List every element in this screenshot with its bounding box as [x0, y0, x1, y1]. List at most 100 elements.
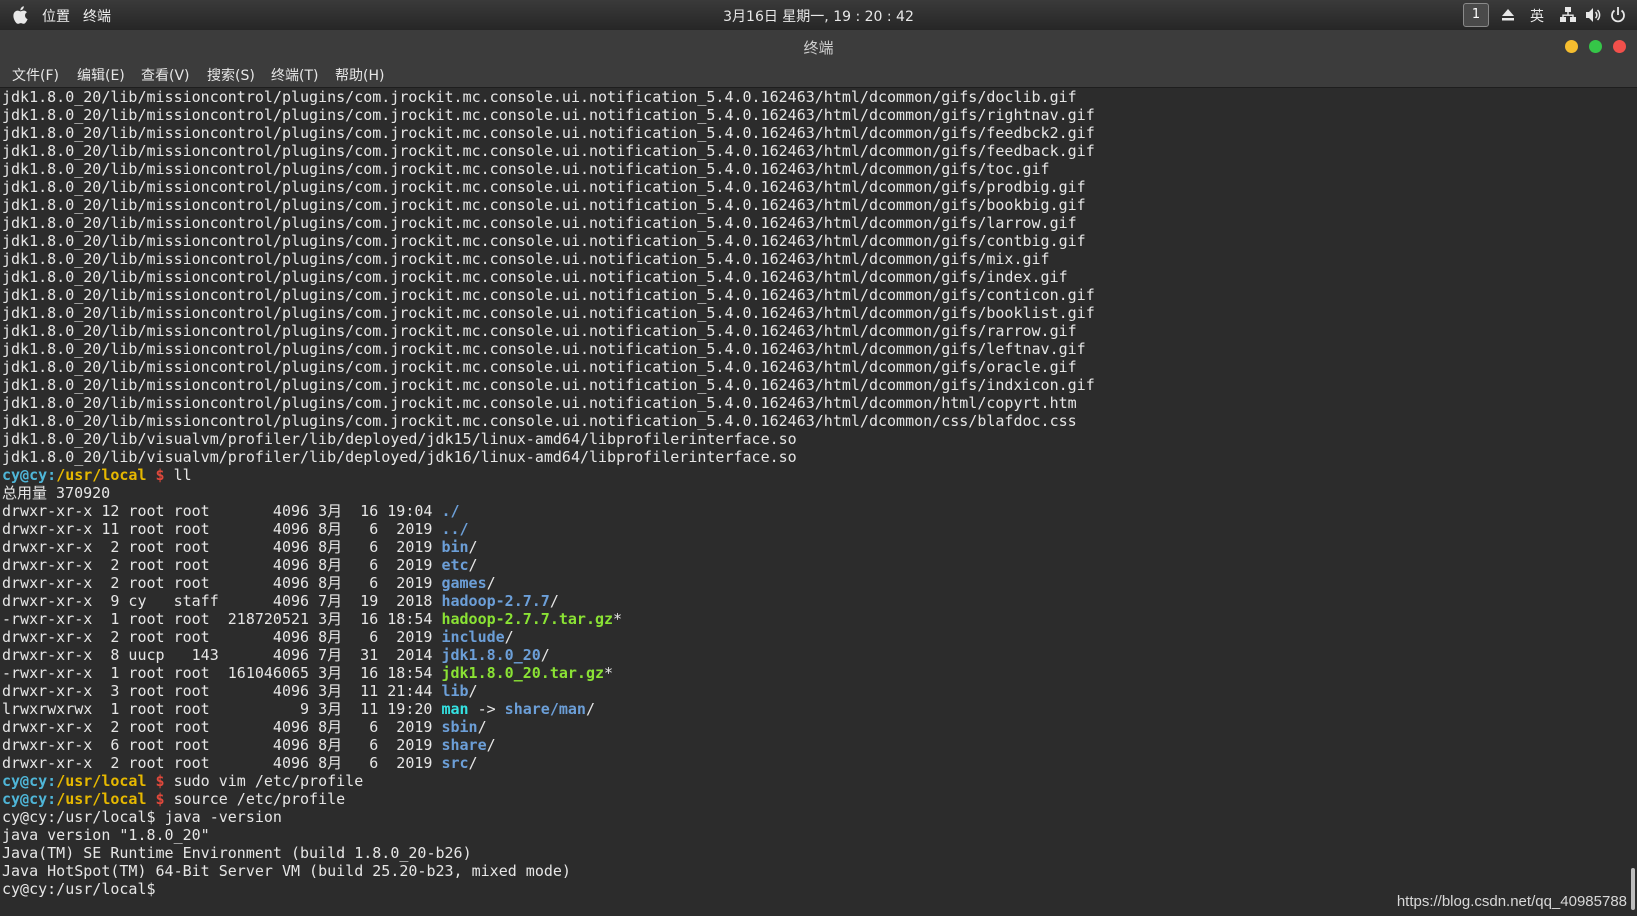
listing-suffix: * [604, 664, 614, 682]
output-line: 总用量 370920 [2, 484, 1095, 502]
output-line: jdk1.8.0_20/lib/missioncontrol/plugins/c… [2, 214, 1095, 232]
output-line: jdk1.8.0_20/lib/missioncontrol/plugins/c… [2, 322, 1095, 340]
output-line: jdk1.8.0_20/lib/missioncontrol/plugins/c… [2, 160, 1095, 178]
output-line: jdk1.8.0_20/lib/missioncontrol/plugins/c… [2, 394, 1095, 412]
menu-search[interactable]: 搜索(S) [207, 65, 255, 85]
input-method-indicator[interactable]: 英 [1530, 6, 1544, 26]
listing-meta: drwxr-xr-x 12 root root 4096 3月 16 19:04 [2, 502, 442, 520]
output-text: jdk1.8.0_20/lib/missioncontrol/plugins/c… [2, 160, 1050, 178]
listing-meta: drwxr-xr-x 2 root root 4096 8月 6 2019 [2, 538, 442, 556]
listing-suffix: * [613, 610, 623, 628]
output-line: jdk1.8.0_20/lib/missioncontrol/plugins/c… [2, 412, 1095, 430]
network-icon[interactable] [1558, 5, 1578, 25]
output-line: jdk1.8.0_20/lib/visualvm/profiler/lib/de… [2, 448, 1095, 466]
command-text: ll [173, 466, 192, 484]
listing-suffix: / [540, 646, 550, 664]
output-text: jdk1.8.0_20/lib/missioncontrol/plugins/c… [2, 340, 1086, 358]
output-line: jdk1.8.0_20/lib/missioncontrol/plugins/c… [2, 376, 1095, 394]
listing-name: man [441, 700, 469, 718]
listing-name: ../ [441, 520, 469, 538]
command-text: source /etc/profile [173, 790, 346, 808]
apple-icon[interactable] [10, 4, 32, 26]
window-title: 终端 [803, 39, 834, 57]
output-line: jdk1.8.0_20/lib/missioncontrol/plugins/c… [2, 178, 1095, 196]
prompt-colon: : [47, 466, 57, 484]
output-text: jdk1.8.0_20/lib/missioncontrol/plugins/c… [2, 124, 1095, 142]
output-line: jdk1.8.0_20/lib/missioncontrol/plugins/c… [2, 124, 1095, 142]
menu-help[interactable]: 帮助(H) [335, 65, 384, 85]
listing-meta: drwxr-xr-x 2 root root 4096 8月 6 2019 [2, 628, 442, 646]
listing-meta: drwxr-xr-x 2 root root 4096 8月 6 2019 [2, 754, 442, 772]
output-text: jdk1.8.0_20/lib/missioncontrol/plugins/c… [2, 142, 1095, 160]
listing-row: -rwxr-xr-x 1 root root 161046065 3月 16 1… [2, 664, 1095, 682]
listing-meta: -rwxr-xr-x 1 root root 218720521 3月 16 1… [2, 610, 442, 628]
output-text: Java HotSpot(TM) 64-Bit Server VM (build… [2, 862, 571, 880]
menu-edit[interactable]: 编辑(E) [77, 65, 125, 85]
minimize-button[interactable] [1565, 40, 1578, 53]
output-text: jdk1.8.0_20/lib/missioncontrol/plugins/c… [2, 412, 1077, 430]
command-line: cy@cy:/usr/local$ java -version [2, 808, 1095, 826]
terminal-output[interactable]: jdk1.8.0_20/lib/missioncontrol/plugins/c… [0, 88, 1637, 916]
listing-row: drwxr-xr-x 2 root root 4096 8月 6 2019 et… [2, 556, 1095, 574]
output-text: jdk1.8.0_20/lib/missioncontrol/plugins/c… [2, 304, 1095, 322]
menu-view[interactable]: 查看(V) [141, 65, 190, 85]
listing-meta: -rwxr-xr-x 1 root root 161046065 3月 16 1… [2, 664, 442, 682]
listing-meta: drwxr-xr-x 3 root root 4096 3月 11 21:44 [2, 682, 442, 700]
output-line: java version "1.8.0_20" [2, 826, 1095, 844]
listing-suffix: / [468, 754, 478, 772]
workspace-indicator[interactable]: 1 [1463, 3, 1489, 27]
prompt-colon: : [47, 772, 57, 790]
output-text: jdk1.8.0_20/lib/missioncontrol/plugins/c… [2, 286, 1095, 304]
prompt-user: cy@cy [2, 790, 48, 808]
output-line: jdk1.8.0_20/lib/missioncontrol/plugins/c… [2, 268, 1095, 286]
output-text: jdk1.8.0_20/lib/missioncontrol/plugins/c… [2, 394, 1077, 412]
prompt-dollar: $ [146, 790, 174, 808]
menu-terminal[interactable]: 终端(T) [271, 65, 318, 85]
output-line: jdk1.8.0_20/lib/missioncontrol/plugins/c… [2, 142, 1095, 160]
plain-prompt: cy@cy:/usr/local$ [2, 880, 156, 898]
output-line: Java HotSpot(TM) 64-Bit Server VM (build… [2, 862, 1095, 880]
listing-suffix: / [468, 556, 478, 574]
scrollbar[interactable] [1631, 868, 1635, 910]
listing-name: src [441, 754, 469, 772]
output-line: jdk1.8.0_20/lib/missioncontrol/plugins/c… [2, 196, 1095, 214]
window-titlebar[interactable]: 终端 [0, 30, 1637, 63]
listing-meta: drwxr-xr-x 11 root root 4096 8月 6 2019 [2, 520, 442, 538]
watermark: https://blog.csdn.net/qq_40985788 [1396, 893, 1627, 910]
output-line: jdk1.8.0_20/lib/visualvm/profiler/lib/de… [2, 430, 1095, 448]
clock[interactable]: 3月16日 星期一, 19 : 20 : 42 [0, 6, 1637, 26]
output-text: jdk1.8.0_20/lib/missioncontrol/plugins/c… [2, 214, 1077, 232]
listing-suffix: / [468, 682, 478, 700]
places-menu[interactable]: 位置 [42, 6, 70, 26]
listing-meta: drwxr-xr-x 8 uucp 143 4096 7月 31 2014 [2, 646, 442, 664]
power-icon[interactable] [1608, 5, 1628, 25]
prompt-dollar: $ [146, 772, 174, 790]
menu-file[interactable]: 文件(F) [12, 65, 59, 85]
close-button[interactable] [1613, 40, 1626, 53]
output-text: jdk1.8.0_20/lib/missioncontrol/plugins/c… [2, 106, 1095, 124]
listing-name: ./ [441, 502, 460, 520]
menu-bar: 文件(F) 编辑(E) 查看(V) 搜索(S) 终端(T) 帮助(H) [0, 63, 1637, 88]
command-line: cy@cy:/usr/local $ source /etc/profile [2, 790, 1095, 808]
command-line: cy@cy:/usr/local $ ll [2, 466, 1095, 484]
output-line: jdk1.8.0_20/lib/missioncontrol/plugins/c… [2, 88, 1095, 106]
listing-name: share [441, 736, 487, 754]
listing-meta: drwxr-xr-x 9 cy staff 4096 7月 19 2018 [2, 592, 442, 610]
top-panel: 位置 终端 3月16日 星期一, 19 : 20 : 42 1 英 [0, 0, 1637, 30]
prompt-user: cy@cy [2, 772, 48, 790]
listing-name: hadoop-2.7.7.tar.gz [441, 610, 614, 628]
terminal-app-menu[interactable]: 终端 [83, 6, 111, 26]
listing-row: drwxr-xr-x 6 root root 4096 8月 6 2019 sh… [2, 736, 1095, 754]
output-text: jdk1.8.0_20/lib/missioncontrol/plugins/c… [2, 268, 1068, 286]
output-text: jdk1.8.0_20/lib/missioncontrol/plugins/c… [2, 358, 1077, 376]
output-text: jdk1.8.0_20/lib/missioncontrol/plugins/c… [2, 322, 1077, 340]
maximize-button[interactable] [1589, 40, 1602, 53]
eject-icon[interactable] [1498, 5, 1518, 25]
output-text: Java(TM) SE Runtime Environment (build 1… [2, 844, 472, 862]
listing-meta: drwxr-xr-x 2 root root 4096 8月 6 2019 [2, 574, 442, 592]
volume-icon[interactable] [1583, 5, 1603, 25]
output-line: jdk1.8.0_20/lib/missioncontrol/plugins/c… [2, 286, 1095, 304]
listing-name: hadoop-2.7.7 [441, 592, 550, 610]
output-text: jdk1.8.0_20/lib/visualvm/profiler/lib/de… [2, 448, 797, 466]
output-text: jdk1.8.0_20/lib/missioncontrol/plugins/c… [2, 376, 1095, 394]
